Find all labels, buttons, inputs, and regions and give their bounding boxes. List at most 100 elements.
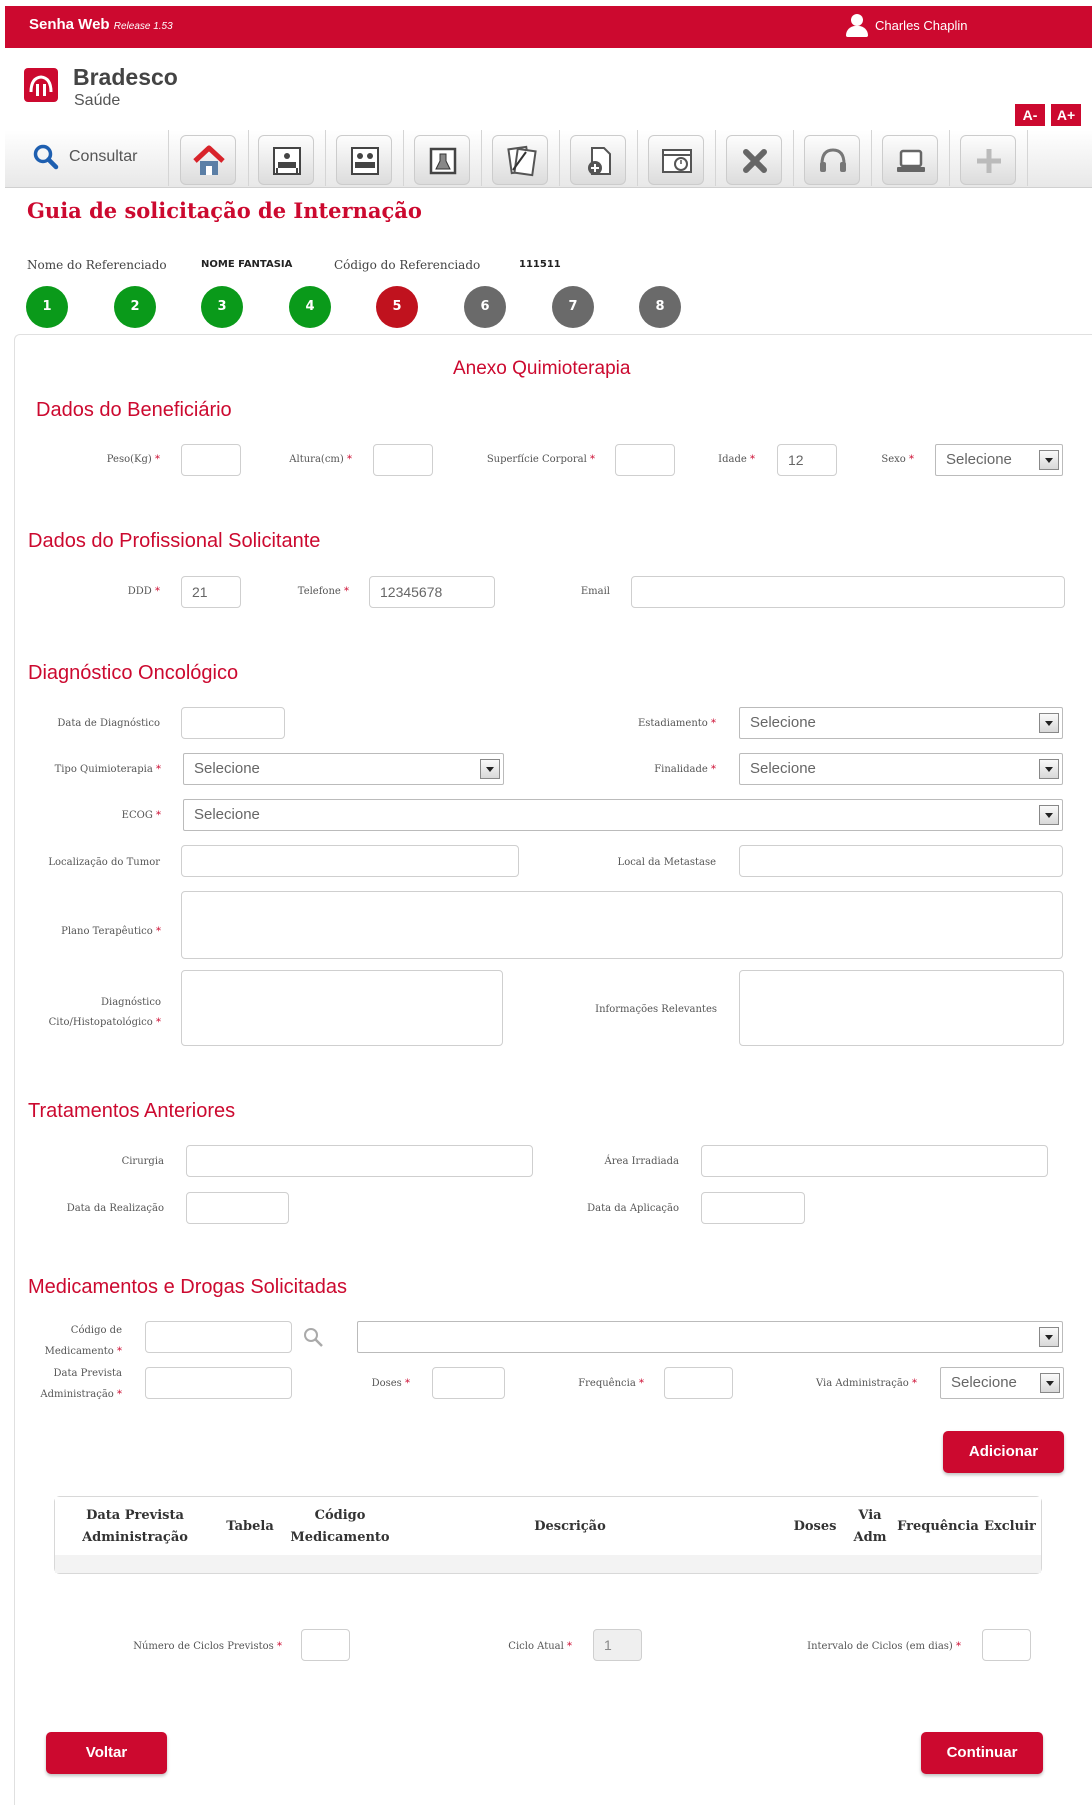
laptop-icon [897,149,925,172]
toolbar: Consultar [5,130,1092,188]
step-4: 4 [289,286,331,328]
informacoes-relevantes-label: Informações Relevantes [595,1004,717,1015]
medicamentos-table: Data Prevista Administração Tabela Código… [54,1496,1042,1574]
continuar-button[interactable]: Continuar [921,1732,1043,1774]
via-administracao-label: Via Administração * [816,1378,917,1389]
data-diagnostico-input[interactable] [181,707,285,739]
col-frequencia: Frequência [897,1519,979,1534]
table-header: Data Prevista Administração Tabela Código… [55,1497,1041,1555]
page-title: Guia de solicitação de Internação [27,198,422,223]
plus-icon [977,149,1001,173]
superficie-input[interactable] [615,444,675,476]
sexo-label: Sexo * [881,454,914,465]
frequencia-input[interactable] [664,1367,733,1399]
step-5: 5 [376,286,418,328]
table-row [55,1555,1041,1573]
intervalo-ciclos-label: Intervalo de Ciclos (em dias) * [807,1641,961,1652]
anexo-button[interactable] [570,135,626,185]
superficie-label: Superfície Corporal * [486,454,595,465]
lab-icon [429,147,457,175]
voltar-button[interactable]: Voltar [46,1732,167,1774]
data-aplicacao-label: Data da Aplicação [587,1203,679,1214]
sexo-select[interactable]: Selecione [935,444,1063,476]
agenda-button[interactable] [648,135,704,185]
font-decrease-button[interactable]: A- [1015,104,1045,126]
col-via-adm: Via Adm [853,1508,887,1545]
local-metastase-input[interactable] [739,845,1063,877]
area-irradiada-label: Área Irradiada [604,1156,679,1167]
tipo-quimioterapia-label: Tipo Quimioterapia * [54,764,161,775]
localizacao-tumor-label: Localização do Tumor [48,857,160,868]
internacao-dupla-button[interactable] [336,135,392,185]
novo-button[interactable] [960,135,1016,185]
col-codigo-medicamento: Código Medicamento [290,1508,390,1545]
step-1: 1 [26,286,68,328]
chevron-down-icon [1039,713,1059,733]
data-realizacao-label: Data da Realização [66,1203,164,1214]
data-aplicacao-input[interactable] [701,1192,805,1224]
schedule-icon [662,149,692,173]
plano-terapeutico-textarea[interactable] [181,891,1063,959]
adicionar-button[interactable]: Adicionar [943,1431,1064,1473]
ecog-label: ECOG * [121,810,161,821]
search-button[interactable]: Consultar [33,144,137,170]
intervalo-ciclos-input[interactable] [982,1629,1031,1661]
finalidade-select[interactable]: Selecione [739,753,1063,785]
altura-label: Altura(cm) * [289,454,352,465]
tipo-quimioterapia-select[interactable]: Selecione [183,753,504,785]
cirurgia-input[interactable] [186,1145,533,1177]
logo-name: Bradesco [73,64,178,90]
double-bed-icon [351,147,379,175]
ecog-select[interactable]: Selecione [183,799,1063,831]
chevron-down-icon [1040,1373,1060,1393]
font-increase-button[interactable]: A+ [1051,104,1081,126]
home-button[interactable] [180,135,236,185]
ddd-label: DDD * [127,586,160,597]
col-descricao: Descrição [534,1519,606,1534]
estadiamento-select[interactable]: Selecione [739,707,1063,739]
add-file-icon [588,147,611,175]
atendimento-button[interactable] [804,135,860,185]
search-icon[interactable] [302,1326,326,1350]
referenced-name-label: Nome do Referenciado [27,258,167,272]
ciclos-previstos-input[interactable] [301,1629,350,1661]
search-label: Consultar [69,148,138,165]
peso-input[interactable] [181,444,241,476]
chevron-down-icon [1039,805,1059,825]
altura-input[interactable] [373,444,433,476]
telefone-input[interactable]: 12345678 [369,576,495,608]
tratamentos-heading: Tratamentos Anteriores [28,1100,236,1122]
documents-icon [507,145,537,177]
exames-button[interactable] [414,135,470,185]
localizacao-tumor-input[interactable] [181,845,519,877]
referenced-code-label: Código do Referenciado [334,258,481,272]
via-administracao-select[interactable]: Selecione [940,1367,1064,1399]
cancelar-button[interactable] [726,135,782,185]
informacoes-relevantes-textarea[interactable] [739,970,1064,1046]
referenced-code-value: 111511 [519,259,561,270]
chevron-down-icon [1039,759,1059,779]
referenced-name-value: NOME FANTASIA [201,259,293,270]
idade-input[interactable]: 12 [777,444,837,476]
chevron-down-icon [1039,1327,1059,1347]
logo-subtitle: Saúde [74,92,121,109]
sistema-button[interactable] [882,135,938,185]
internacao-button[interactable] [258,135,314,185]
telefone-label: Telefone * [297,586,349,597]
email-input[interactable] [631,576,1065,608]
data-prevista-input[interactable] [145,1367,292,1399]
col-data-prevista: Data Prevista Administração [82,1508,188,1545]
diagnostico-heading: Diagnóstico Oncológico [28,662,239,684]
area-irradiada-input[interactable] [701,1145,1048,1177]
step-6: 6 [464,286,506,328]
documentos-button[interactable] [492,135,548,185]
ddd-input[interactable]: 21 [181,576,241,608]
user-menu[interactable]: Charles Chaplin [845,13,968,37]
user-icon [845,13,869,37]
codigo-medicamento-input[interactable] [145,1321,292,1353]
peso-label: Peso(Kg) * [106,454,160,465]
data-realizacao-input[interactable] [186,1192,289,1224]
doses-input[interactable] [432,1367,505,1399]
cito-histopatologico-textarea[interactable] [181,970,503,1046]
medicamento-select[interactable] [357,1321,1063,1353]
